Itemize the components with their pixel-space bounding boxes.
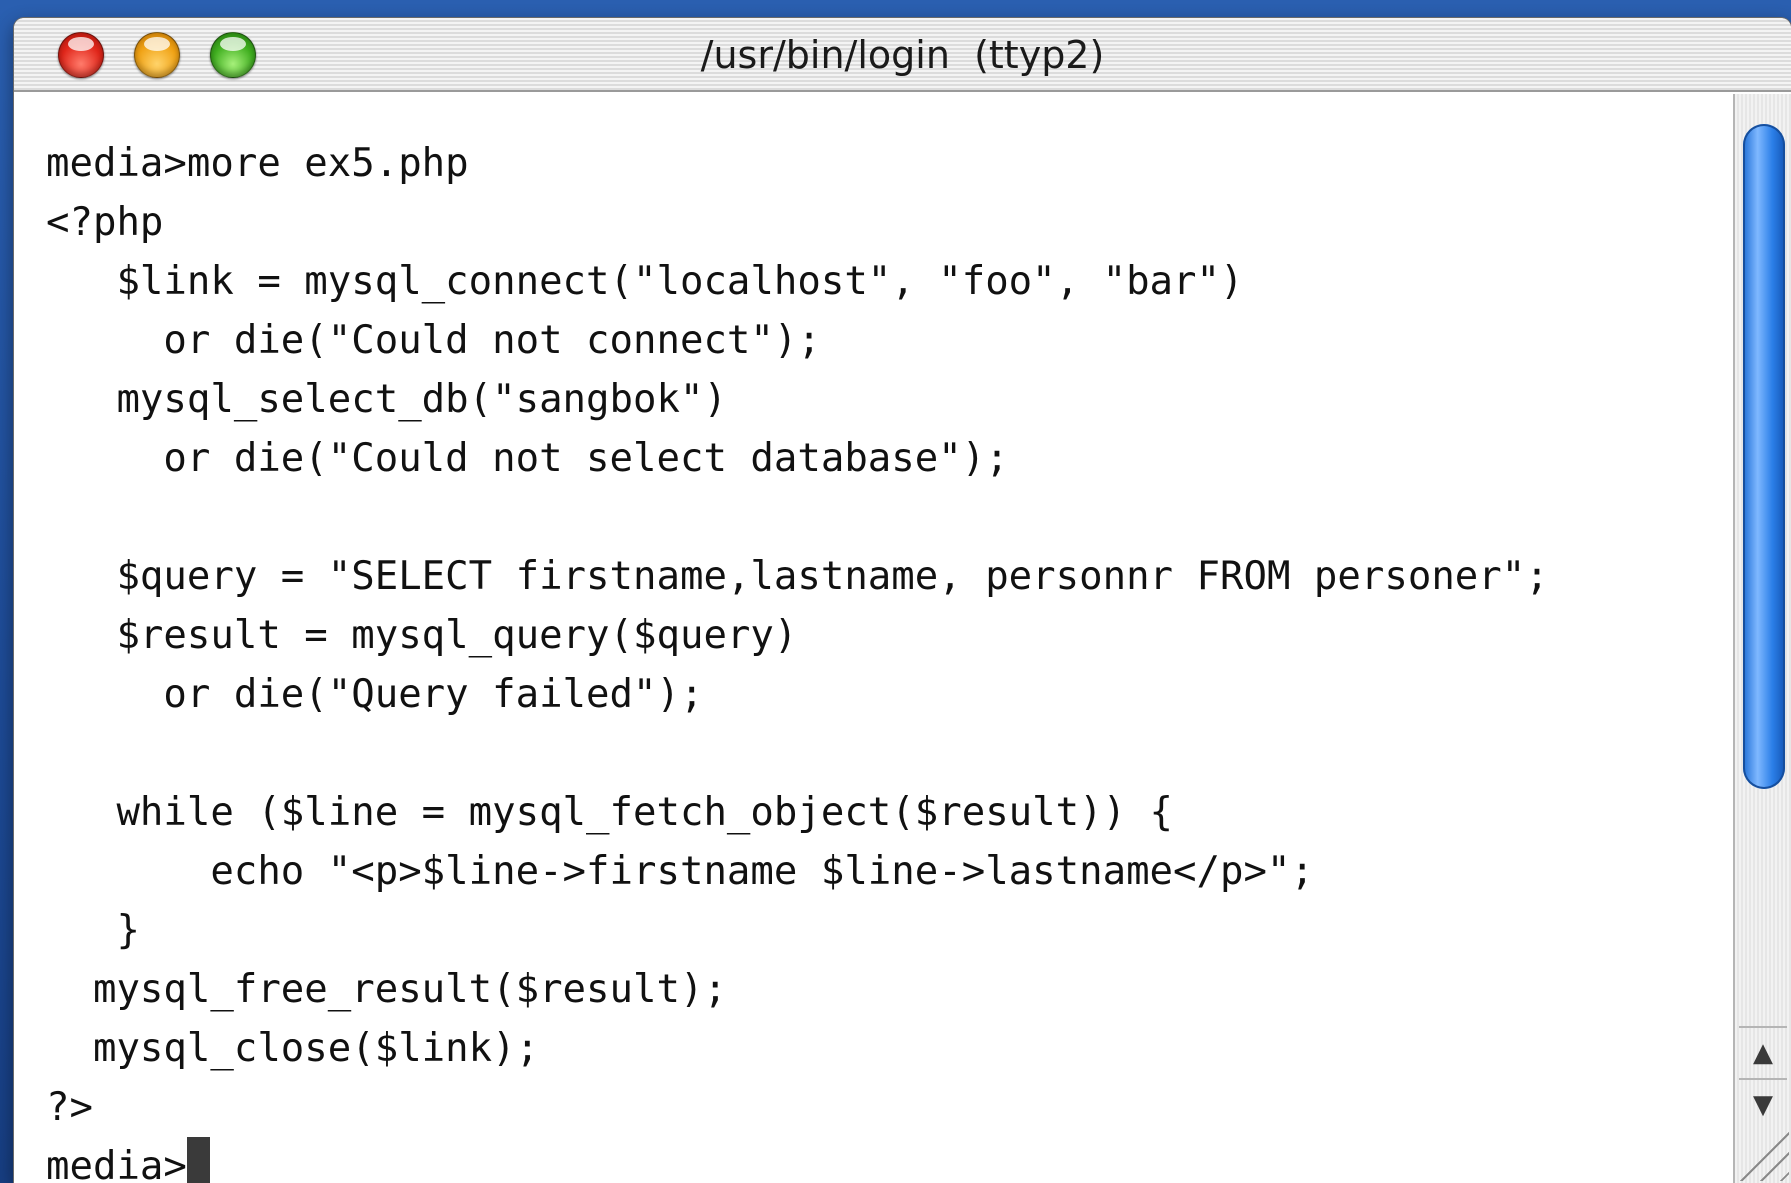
terminal-line: } [46,908,140,953]
prompt-line[interactable]: media> [46,1137,1732,1183]
terminal-line: mysql_select_db("sangbok") [46,377,727,422]
shell-prompt: media> [46,1144,187,1183]
terminal-line: ?> [46,1085,93,1130]
close-button-icon[interactable] [58,32,104,78]
minimize-button-icon[interactable] [134,32,180,78]
terminal-line: or die("Could not connect"); [46,318,821,363]
terminal-line: echo "<p>$line->firstname $line->lastnam… [46,849,1314,894]
desktop-background: /usr/bin/login (ttyp2) media>more ex5.ph… [0,0,1791,1183]
text-cursor [186,1137,210,1183]
terminal-line: media>more ex5.php [46,141,469,186]
zoom-button-icon[interactable] [210,32,256,78]
window-title: /usr/bin/login (ttyp2) [700,33,1105,77]
scrollbar-thumb[interactable] [1743,124,1785,789]
terminal-line: or die("Query failed"); [46,672,704,717]
arrow-down-icon[interactable]: ▼ [1739,1078,1787,1130]
terminal-line: <?php [46,200,164,245]
terminal-window: /usr/bin/login (ttyp2) media>more ex5.ph… [14,18,1791,1183]
title-bar[interactable]: /usr/bin/login (ttyp2) [14,18,1791,92]
resize-grip-icon[interactable] [1739,1131,1789,1181]
arrow-up-icon[interactable]: ▲ [1739,1026,1787,1078]
terminal-line: or die("Could not select database"); [46,436,1009,481]
terminal-line: $link = mysql_connect("localhost", "foo"… [46,259,1244,304]
terminal-content[interactable]: media>more ex5.php <?php $link = mysql_c… [14,94,1732,1183]
terminal-line: mysql_close($link); [46,1026,540,1071]
terminal-line: while ($line = mysql_fetch_object($resul… [46,790,1174,835]
terminal-line: $query = "SELECT firstname,lastname, per… [46,554,1549,599]
terminal-line: mysql_free_result($result); [46,967,727,1012]
vertical-scrollbar[interactable]: ▲ ▼ [1733,94,1791,1183]
terminal-line: $result = mysql_query($query) [46,613,798,658]
